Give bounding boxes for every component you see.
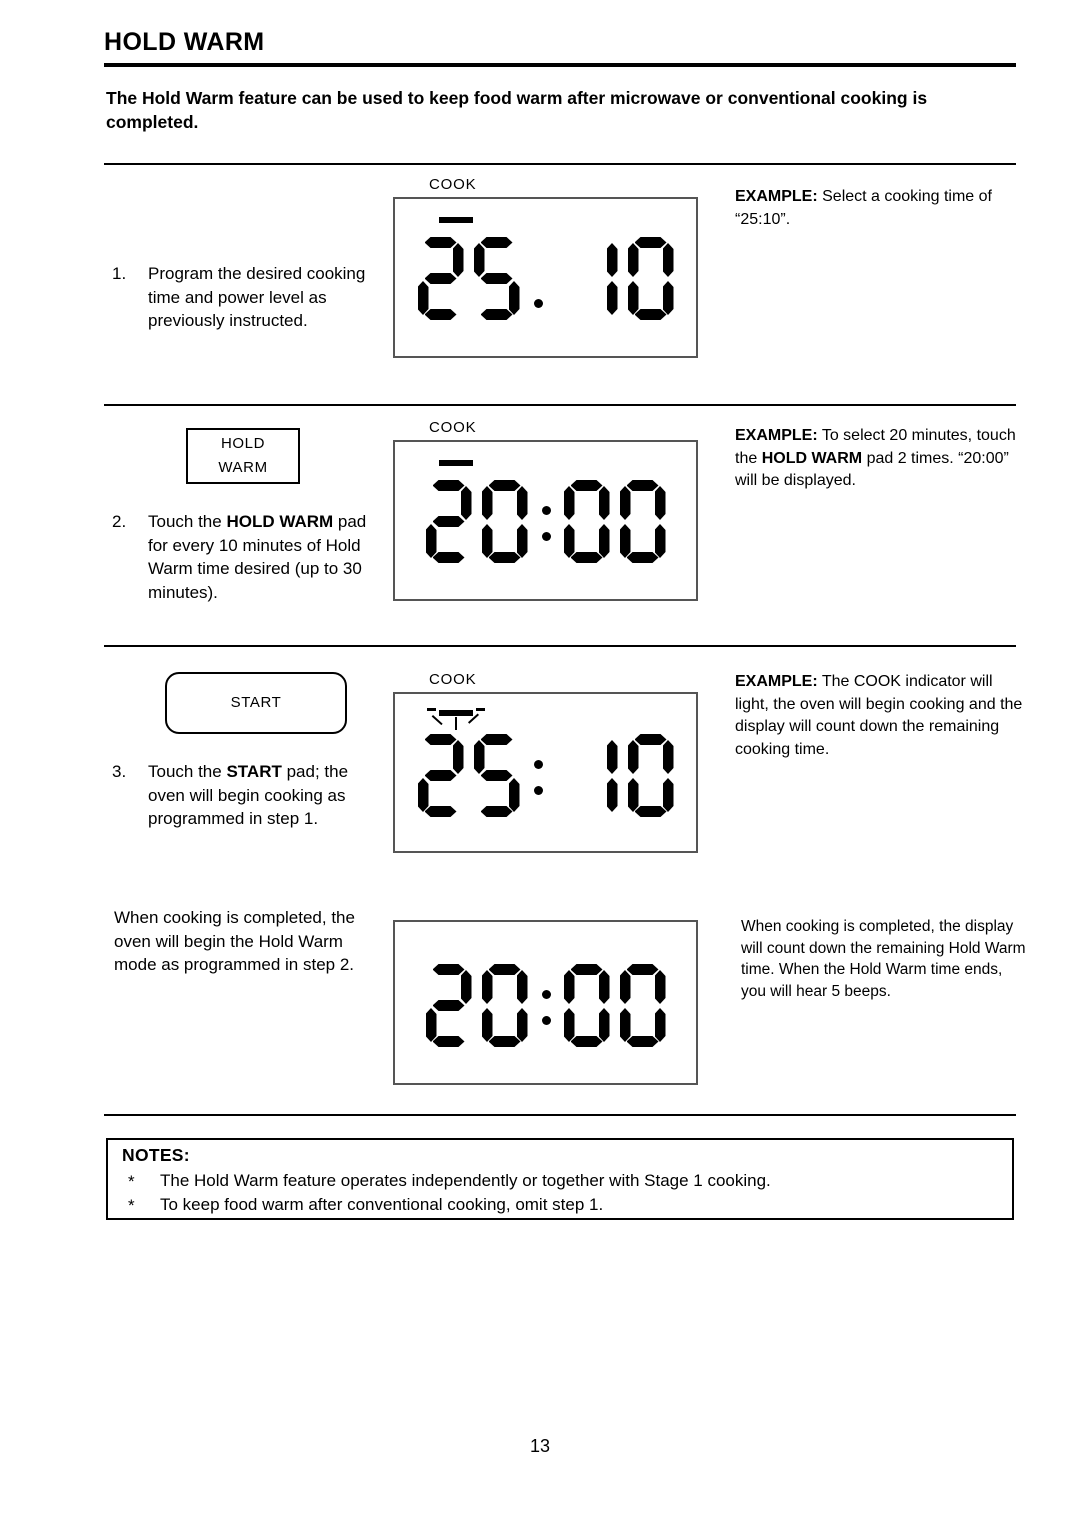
seg-digit: [474, 734, 520, 818]
section-divider-2: [104, 404, 1016, 406]
seg-digit: [482, 964, 528, 1048]
final-note-text: When cooking is completed, the oven will…: [114, 908, 355, 974]
cook-indicator-icon-1: [427, 209, 487, 235]
step-2-number: 2.: [112, 512, 127, 531]
step-1-number: 1.: [112, 264, 127, 283]
step-2-text: Touch the HOLD WARM pad for every 10 min…: [148, 512, 367, 602]
lcd-screen-2: [393, 440, 698, 601]
example-1: EXAMPLE: Select a cooking time of “25:10…: [735, 186, 1025, 231]
cook-indicator-icon-2: [427, 452, 487, 478]
lcd-separator-colon: [525, 734, 551, 818]
lcd-separator-period: [525, 237, 551, 321]
example-2: EXAMPLE: To select 20 minutes, touch the…: [735, 427, 1016, 489]
step-3-text: Touch the START pad; the oven will begin…: [148, 762, 349, 828]
seg-digit: [620, 964, 666, 1048]
lcd-screen-4: [393, 920, 698, 1085]
cook-indicator-icon-lit-3: [427, 702, 487, 730]
lcd-separator-colon: [533, 964, 559, 1048]
display-panel-4: [393, 920, 698, 1085]
start-pad[interactable]: START: [165, 672, 347, 734]
step-1-text: Program the desired cooking time and pow…: [148, 264, 366, 330]
intro-paragraph: The Hold Warm feature can be used to kee…: [106, 88, 928, 132]
seg-digit: [418, 237, 464, 321]
hold-warm-pad-line1: HOLD: [220, 435, 266, 452]
display-panel-3: COOK: [393, 671, 698, 853]
note-item-text: To keep food warm after conventional coo…: [160, 1195, 604, 1214]
example-1-lead: EXAMPLE:: [735, 188, 818, 205]
display-panel-1: COOK: [393, 176, 698, 358]
lcd-digits-1: [395, 237, 696, 321]
cook-label-1: COOK: [429, 176, 477, 193]
step-3-instruction: 3. Touch the START pad; the oven will be…: [112, 760, 382, 831]
final-note-instruction: When cooking is completed, the oven will…: [114, 906, 369, 977]
page-number: 13: [529, 1436, 551, 1456]
cook-label-2: COOK: [429, 419, 477, 436]
seg-digit: [564, 964, 610, 1048]
example-4-text: When cooking is completed, the display w…: [741, 918, 1026, 1000]
section-divider-3: [104, 645, 1016, 647]
seg-digit: [418, 734, 464, 818]
manual-page: HOLD WARM The Hold Warm feature can be u…: [0, 0, 1080, 1528]
lcd-digits-2: [395, 480, 696, 564]
step-3-number: 3.: [112, 762, 127, 781]
lcd-screen-3: [393, 692, 698, 853]
bullet-icon: *: [128, 1172, 135, 1191]
lcd-separator-colon: [533, 480, 559, 564]
note-item: * To keep food warm after conventional c…: [128, 1194, 603, 1216]
start-pad-label: START: [230, 694, 282, 711]
page-title: HOLD WARM: [104, 28, 265, 56]
seg-digit: [572, 734, 618, 818]
section-divider-1: [104, 163, 1016, 165]
example-3: EXAMPLE: The COOK indicator will light, …: [735, 671, 1027, 761]
lcd-digits-4: [395, 964, 696, 1048]
lcd-digits-3: [395, 734, 696, 818]
lcd-screen-1: [393, 197, 698, 358]
display-panel-2: COOK: [393, 419, 698, 601]
seg-digit: [426, 480, 472, 564]
note-item: * The Hold Warm feature operates indepen…: [128, 1170, 771, 1192]
example-4: When cooking is completed, the display w…: [741, 916, 1031, 1002]
seg-digit: [628, 237, 674, 321]
seg-digit: [628, 734, 674, 818]
section-divider-4: [104, 1114, 1016, 1116]
seg-digit: [620, 480, 666, 564]
bullet-icon: *: [128, 1196, 135, 1215]
cook-label-3: COOK: [429, 671, 477, 688]
seg-digit: [564, 480, 610, 564]
hold-warm-pad[interactable]: HOLD WARM: [186, 428, 300, 484]
hold-warm-pad-line2: WARM: [218, 459, 268, 476]
step-1-instruction: 1. Program the desired cooking time and …: [112, 262, 372, 333]
note-item-text: The Hold Warm feature operates independe…: [160, 1171, 771, 1190]
notes-title: NOTES:: [122, 1145, 190, 1165]
notes-box: NOTES: * The Hold Warm feature operates …: [106, 1138, 1014, 1220]
seg-digit: [482, 480, 528, 564]
seg-digit: [474, 237, 520, 321]
seg-digit: [572, 237, 618, 321]
title-divider: [104, 63, 1016, 67]
example-2-lead: EXAMPLE:: [735, 427, 818, 444]
step-2-instruction: 2. Touch the HOLD WARM pad for every 10 …: [112, 510, 377, 604]
example-3-lead: EXAMPLE:: [735, 673, 818, 690]
seg-digit: [426, 964, 472, 1048]
